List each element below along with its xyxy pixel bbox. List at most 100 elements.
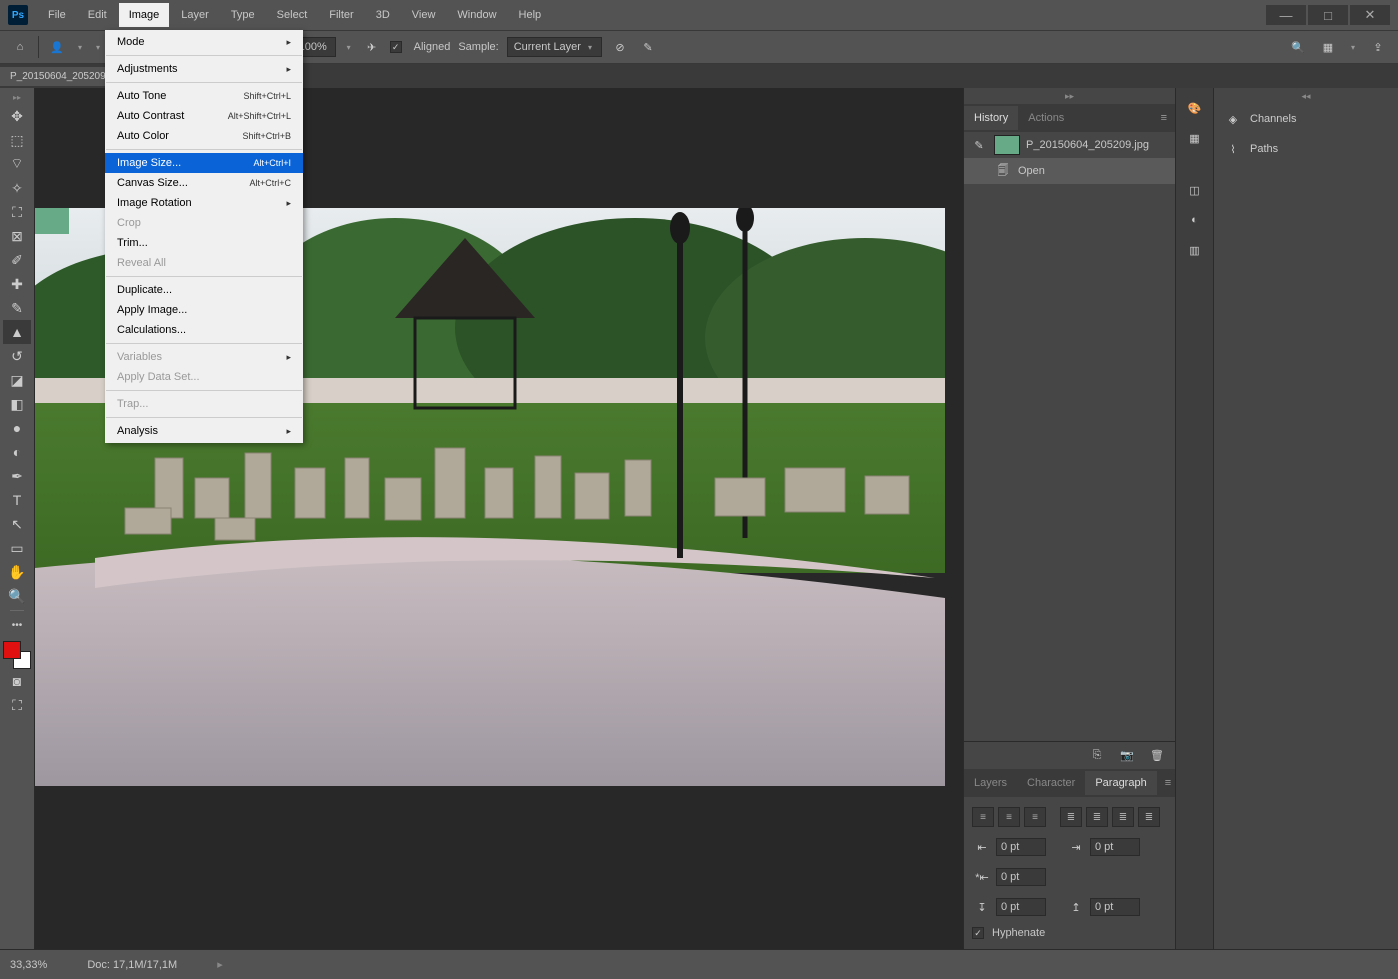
menu-select[interactable]: Select [267, 3, 318, 27]
menu-3d[interactable]: 3D [366, 3, 400, 27]
tab-history[interactable]: History [964, 106, 1018, 130]
crop-tool[interactable]: ⛶ [3, 200, 31, 224]
indent-left-field[interactable]: 0 pt [996, 838, 1046, 856]
tab-actions[interactable]: Actions [1018, 106, 1074, 130]
menu-adjustments[interactable]: Adjustments▸ [105, 59, 303, 79]
camera-icon[interactable]: 📷 [1117, 746, 1137, 766]
menu-image[interactable]: Image [119, 3, 170, 27]
clone-stamp-tool[interactable]: ▲ [3, 320, 31, 344]
arrange-docs-icon[interactable]: ▦ [1318, 37, 1338, 57]
zoom-level[interactable]: 33,33% [10, 959, 47, 971]
collapse-arrows-icon[interactable]: ◂◂ [1214, 88, 1398, 104]
tab-layers[interactable]: Layers [964, 771, 1017, 795]
styles-panel-icon[interactable]: ▥ [1185, 240, 1205, 260]
align-right-icon[interactable]: ≡ [1024, 807, 1046, 827]
menu-trim[interactable]: Trim... [105, 233, 303, 253]
history-state-row[interactable]: 🗐 Open [964, 158, 1175, 184]
search-icon[interactable]: 🔍 [1288, 37, 1308, 57]
doc-info-arrow-icon[interactable]: ▸ [217, 958, 223, 971]
screen-mode-icon[interactable]: ⛶ [3, 693, 31, 717]
eraser-tool[interactable]: ◪ [3, 368, 31, 392]
healing-brush-tool[interactable]: ✚ [3, 272, 31, 296]
menu-auto-tone[interactable]: Auto ToneShift+Ctrl+L [105, 86, 303, 106]
history-snapshot-row[interactable]: ✎ P_20150604_205209.jpg [964, 132, 1175, 158]
rect-marquee-tool[interactable]: ⬚ [3, 128, 31, 152]
history-brush-source-icon[interactable]: ✎ [970, 136, 988, 154]
blur-tool[interactable]: ● [3, 416, 31, 440]
menu-edit[interactable]: Edit [78, 3, 117, 27]
delete-state-icon[interactable]: 🗑 [1147, 746, 1167, 766]
space-after-field[interactable]: 0 pt [1090, 898, 1140, 916]
window-minimize-button[interactable]: — [1266, 5, 1306, 25]
arrange-dropdown[interactable]: ▾ [1348, 42, 1358, 52]
magic-wand-tool[interactable]: ✧ [3, 176, 31, 200]
sample-select[interactable]: Current Layer▾ [507, 37, 602, 57]
eyedropper-tool[interactable]: ✐ [3, 248, 31, 272]
airbrush-icon[interactable]: ✈ [362, 37, 382, 57]
tool-preset-dropdown[interactable]: ▾ [75, 42, 85, 52]
hand-tool[interactable]: ✋ [3, 560, 31, 584]
menu-apply-image[interactable]: Apply Image... [105, 300, 303, 320]
menu-window[interactable]: Window [447, 3, 506, 27]
zoom-tool[interactable]: 🔍 [3, 584, 31, 608]
indent-right-field[interactable]: 0 pt [1090, 838, 1140, 856]
ignore-adjustment-icon[interactable]: ⊘ [610, 37, 630, 57]
panel-menu-icon[interactable]: ≡ [1153, 112, 1175, 124]
menu-file[interactable]: File [38, 3, 76, 27]
libraries-panel-icon[interactable]: ◫ [1185, 180, 1205, 200]
aligned-checkbox[interactable]: ✓ [390, 41, 402, 53]
paths-tab[interactable]: ⌇ Paths [1214, 134, 1398, 164]
indent-first-field[interactable]: 0 pt [996, 868, 1046, 886]
menu-view[interactable]: View [402, 3, 446, 27]
justify-right-icon[interactable]: ≣ [1112, 807, 1134, 827]
menu-duplicate[interactable]: Duplicate... [105, 280, 303, 300]
channels-tab[interactable]: ◈ Channels [1214, 104, 1398, 134]
edit-toolbar-icon[interactable]: ••• [3, 613, 31, 637]
menu-filter[interactable]: Filter [319, 3, 363, 27]
dodge-tool[interactable]: ◐ [3, 440, 31, 464]
pen-tool[interactable]: ✒ [3, 464, 31, 488]
flow-dropdown[interactable]: ▾ [344, 42, 354, 52]
window-close-button[interactable]: ✕ [1350, 5, 1390, 25]
adjustments-panel-icon[interactable]: ◐ [1185, 210, 1205, 230]
menu-layer[interactable]: Layer [171, 3, 219, 27]
frame-tool[interactable]: ⊠ [3, 224, 31, 248]
home-icon[interactable]: ⌂ [10, 37, 30, 57]
menu-mode[interactable]: Mode▸ [105, 32, 303, 52]
history-brush-tool[interactable]: ↺ [3, 344, 31, 368]
align-center-icon[interactable]: ≡ [998, 807, 1020, 827]
menu-canvas-size[interactable]: Canvas Size...Alt+Ctrl+C [105, 173, 303, 193]
space-before-field[interactable]: 0 pt [996, 898, 1046, 916]
hyphenate-checkbox[interactable]: ✓ [972, 927, 984, 939]
justify-left-icon[interactable]: ≣ [1060, 807, 1082, 827]
swatches-panel-icon[interactable]: ▦ [1185, 128, 1205, 148]
new-doc-from-state-icon[interactable]: ⎘ [1087, 746, 1107, 766]
menu-calculations[interactable]: Calculations... [105, 320, 303, 340]
share-icon[interactable]: ⇪ [1368, 37, 1388, 57]
color-panel-icon[interactable]: 🎨 [1185, 98, 1205, 118]
gradient-tool[interactable]: ◧ [3, 392, 31, 416]
path-select-tool[interactable]: ↖ [3, 512, 31, 536]
menu-type[interactable]: Type [221, 3, 265, 27]
doc-info[interactable]: Doc: 17,1M/17,1M [87, 959, 177, 971]
shape-tool[interactable]: ▭ [3, 536, 31, 560]
quick-mask-icon[interactable]: ◙ [3, 669, 31, 693]
color-swatches[interactable] [3, 641, 31, 669]
toolbox-collapse-icon[interactable]: ▸▸ [3, 90, 31, 104]
tablet-pressure-size-icon[interactable]: ✎ [638, 37, 658, 57]
justify-all-icon[interactable]: ≣ [1138, 807, 1160, 827]
brush-dropdown[interactable]: ▾ [93, 42, 103, 52]
menu-auto-color[interactable]: Auto ColorShift+Ctrl+B [105, 126, 303, 146]
document-tab[interactable]: P_20150604_205209 [0, 67, 116, 86]
menu-image-rotation[interactable]: Image Rotation▸ [105, 193, 303, 213]
lasso-tool[interactable]: ⌔ [3, 152, 31, 176]
brush-tool[interactable]: ✎ [3, 296, 31, 320]
menu-analysis[interactable]: Analysis▸ [105, 421, 303, 441]
align-left-icon[interactable]: ≡ [972, 807, 994, 827]
tab-paragraph[interactable]: Paragraph [1085, 771, 1156, 795]
foreground-color-swatch[interactable] [3, 641, 21, 659]
menu-help[interactable]: Help [509, 3, 552, 27]
menu-auto-contrast[interactable]: Auto ContrastAlt+Shift+Ctrl+L [105, 106, 303, 126]
window-maximize-button[interactable]: □ [1308, 5, 1348, 25]
justify-center-icon[interactable]: ≣ [1086, 807, 1108, 827]
